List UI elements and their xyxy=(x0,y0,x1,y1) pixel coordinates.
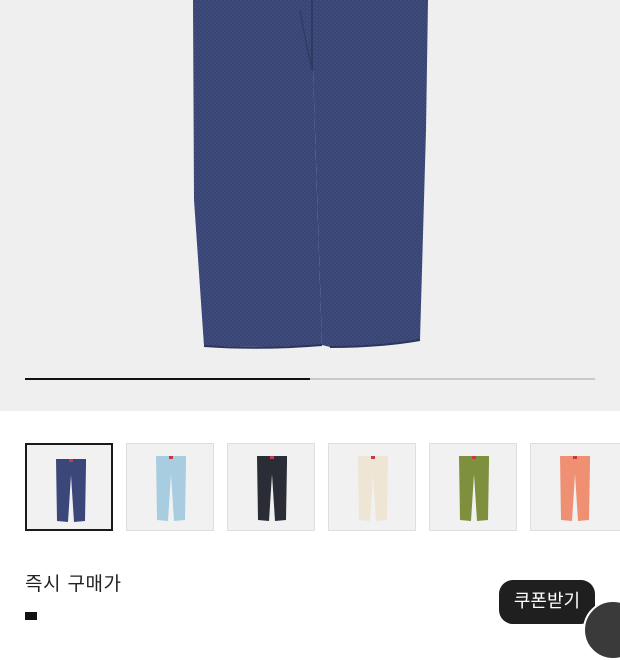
right-leg xyxy=(312,0,428,347)
color-thumbnail-list xyxy=(0,411,620,561)
thumbnail-cream[interactable] xyxy=(328,443,416,531)
coupon-button[interactable]: 쿠폰받기 xyxy=(499,580,595,624)
gallery-progress-track xyxy=(25,378,595,380)
black-pants-icon xyxy=(257,456,287,521)
olive-pants-icon xyxy=(459,456,489,521)
light-blue-pants-icon xyxy=(156,456,186,521)
salmon-pants-icon xyxy=(560,456,590,521)
thumbnail-black[interactable] xyxy=(227,443,315,531)
cream-pants-icon xyxy=(358,456,388,521)
navy-pants-icon xyxy=(56,459,86,522)
price-value-partial xyxy=(25,612,37,620)
gallery-progress-fill xyxy=(25,378,310,380)
thumbnail-light-blue[interactable] xyxy=(126,443,214,531)
instant-price-label: 즉시 구매가 xyxy=(25,573,122,595)
product-image-area[interactable] xyxy=(0,0,620,411)
pants-image xyxy=(193,0,428,349)
thumbnail-navy[interactable] xyxy=(25,443,113,531)
left-leg xyxy=(193,0,322,347)
thumbnail-salmon[interactable] xyxy=(530,443,620,531)
thumbnail-olive[interactable] xyxy=(429,443,517,531)
